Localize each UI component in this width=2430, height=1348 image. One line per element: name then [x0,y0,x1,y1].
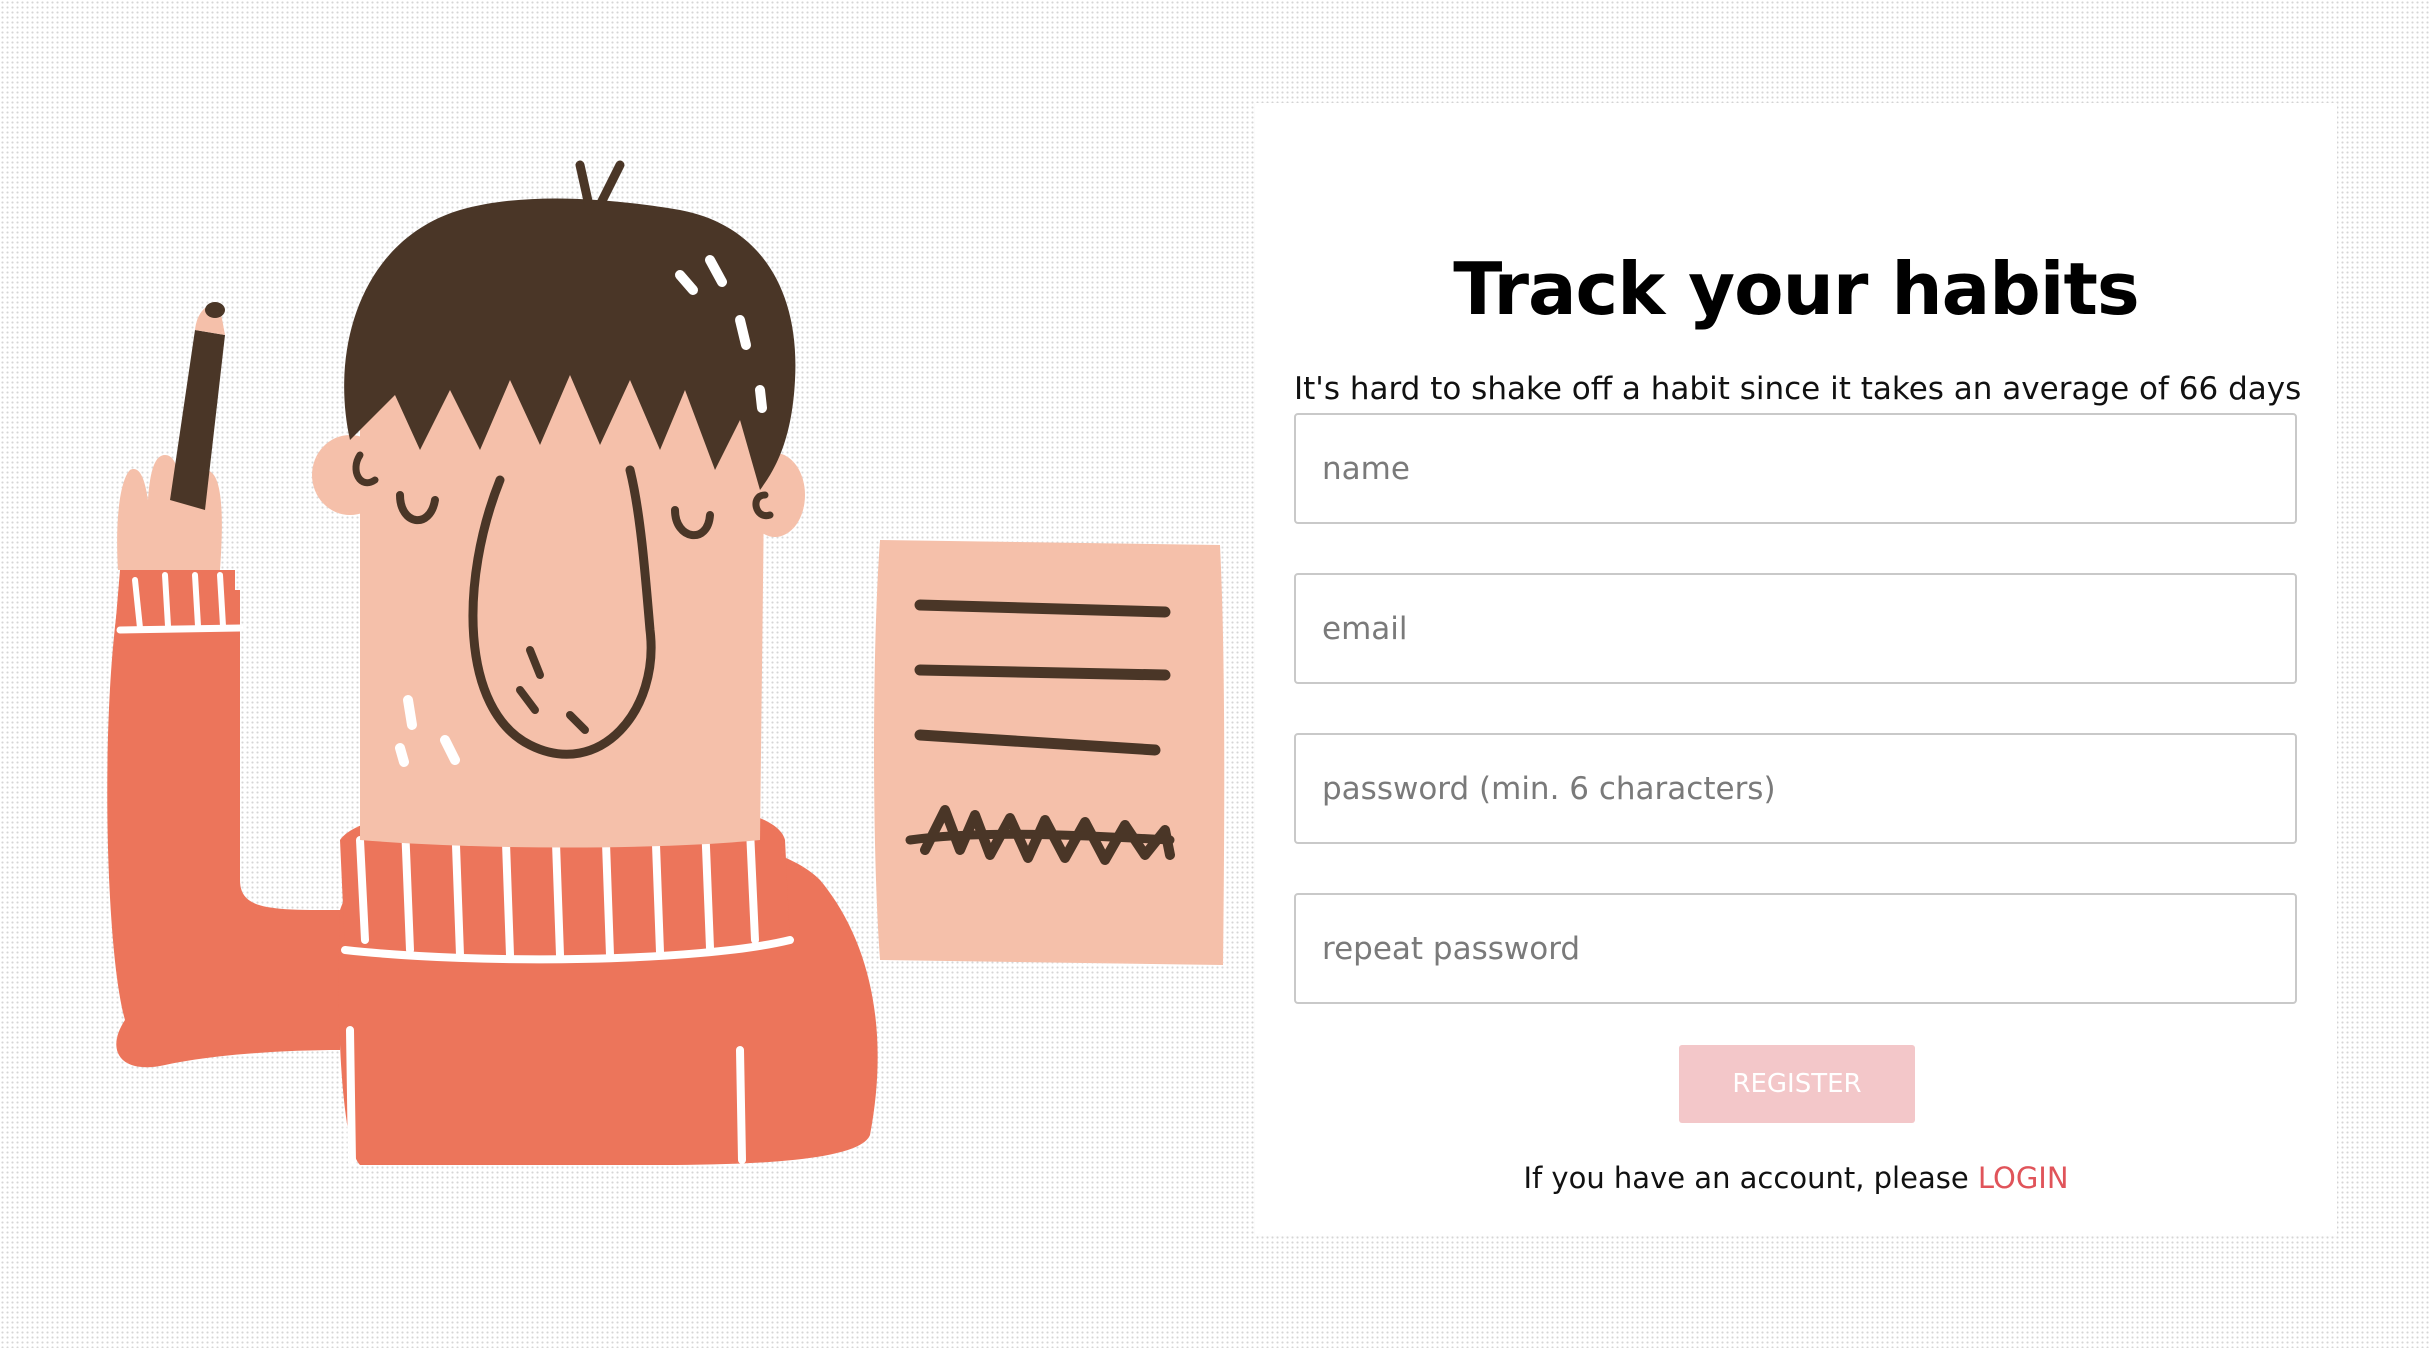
register-card: Track your habits It's hard to shake off… [1255,103,2337,1236]
login-prompt: If you have an account, please LOGIN [1255,1161,2337,1195]
password-field[interactable] [1294,733,2297,844]
raised-arm [107,590,340,1068]
name-field[interactable] [1294,413,2297,524]
left-ear [312,435,388,515]
person-illustration [60,150,1260,1200]
page-title: Track your habits [1453,247,2140,331]
register-button[interactable]: REGISTER [1679,1045,1915,1123]
email-field[interactable] [1294,573,2297,684]
login-link[interactable]: LOGIN [1978,1161,2069,1195]
login-prompt-text: If you have an account, please [1523,1161,1978,1195]
repeat-password-field[interactable] [1294,893,2297,1004]
person-illustration-icon [107,160,1225,1166]
